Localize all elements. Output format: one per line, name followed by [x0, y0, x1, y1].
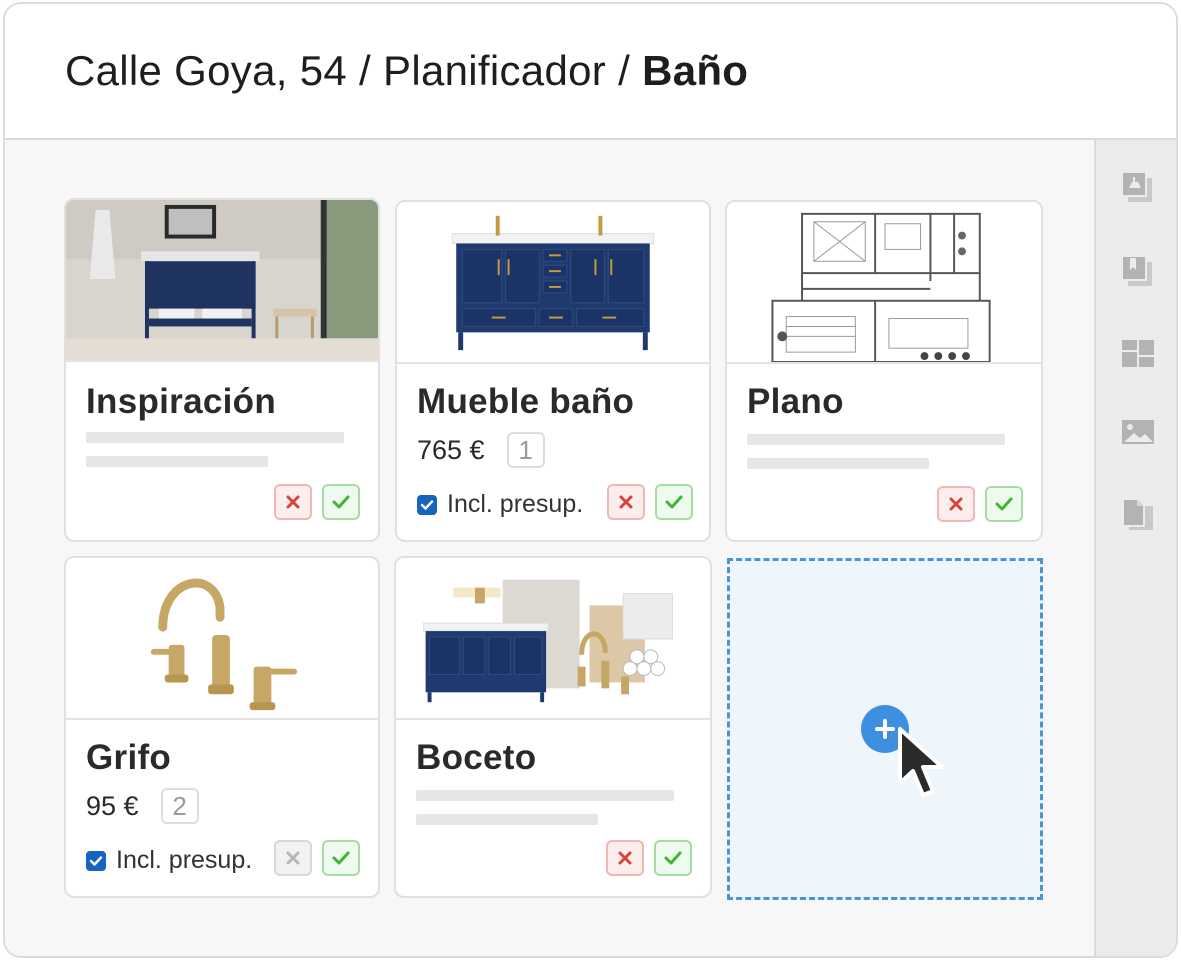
plus-icon — [875, 719, 895, 739]
reject-button[interactable] — [606, 840, 644, 876]
close-icon — [286, 851, 300, 865]
mouse-pointer-icon — [898, 727, 944, 797]
price-row: 765 € 1 — [417, 432, 545, 468]
card-boceto[interactable]: Boceto — [394, 556, 712, 898]
blue-vanity-cabinet — [397, 202, 709, 364]
price-value: 95 € — [86, 790, 139, 821]
accept-button[interactable] — [655, 484, 693, 520]
bookmark-icon[interactable] — [1118, 250, 1158, 290]
budget-toggle[interactable]: Incl. presup. — [417, 490, 583, 519]
card-title: Grifo — [86, 738, 172, 777]
reject-button[interactable] — [937, 486, 975, 522]
reject-button[interactable] — [607, 484, 645, 520]
card-title: Inspiración — [86, 382, 277, 421]
check-icon — [332, 495, 350, 509]
text-placeholder — [747, 434, 1005, 445]
breadcrumb-address[interactable]: Calle Goya, 54 — [65, 47, 347, 95]
budget-checkbox[interactable] — [417, 494, 437, 515]
budget-label: Incl. presup. — [447, 490, 584, 518]
text-placeholder — [86, 456, 268, 467]
text-placeholder — [416, 790, 674, 801]
card-grifo[interactable]: Grifo 95 € 2 Incl. presup. — [64, 556, 380, 898]
close-icon — [286, 495, 300, 509]
gold-faucet — [66, 558, 378, 720]
moodboard-sketch — [396, 558, 710, 720]
accept-button[interactable] — [322, 840, 360, 876]
image-icon[interactable] — [1118, 412, 1158, 452]
text-placeholder — [747, 458, 929, 469]
lamp-icon[interactable] — [1118, 166, 1158, 206]
bathroom-inspiration-photo — [66, 200, 378, 362]
check-icon — [664, 851, 682, 865]
close-icon — [949, 497, 963, 511]
floor-plan — [727, 202, 1041, 364]
sidebar-rail — [1094, 140, 1176, 956]
close-icon — [619, 495, 633, 509]
breadcrumb-separator: / — [618, 47, 631, 94]
card-title: Mueble baño — [417, 382, 635, 421]
breadcrumb-section[interactable]: Planificador — [383, 47, 606, 95]
breadcrumb-current: Baño — [642, 47, 749, 94]
budget-toggle[interactable]: Incl. presup. — [86, 846, 252, 875]
check-icon — [332, 851, 350, 865]
quantity-field[interactable]: 2 — [160, 788, 199, 824]
text-placeholder — [416, 814, 598, 825]
check-icon — [420, 499, 434, 510]
check-icon — [665, 495, 683, 509]
document-icon[interactable] — [1118, 494, 1158, 534]
card-mueble-bano[interactable]: Mueble baño 765 € 1 Incl. presup. — [395, 200, 711, 542]
price-row: 95 € 2 — [86, 788, 199, 824]
budget-label: Incl. presup. — [116, 846, 253, 874]
card-title: Boceto — [416, 738, 537, 777]
accept-button[interactable] — [322, 484, 360, 520]
reject-button[interactable] — [274, 840, 312, 876]
accept-button[interactable] — [654, 840, 692, 876]
breadcrumb: Calle Goya, 54 / Planificador / Baño — [5, 4, 1176, 140]
text-placeholder — [86, 432, 344, 443]
add-card-dropzone[interactable] — [727, 558, 1043, 900]
breadcrumb-separator: / — [359, 47, 372, 94]
budget-checkbox[interactable] — [86, 850, 106, 871]
planner-window: Calle Goya, 54 / Planificador / Baño Ins… — [3, 2, 1178, 958]
layout-icon[interactable] — [1118, 332, 1158, 372]
check-icon — [995, 497, 1013, 511]
close-icon — [618, 851, 632, 865]
card-title: Plano — [747, 382, 844, 421]
check-icon — [89, 855, 103, 866]
accept-button[interactable] — [985, 486, 1023, 522]
reject-button[interactable] — [274, 484, 312, 520]
quantity-field[interactable]: 1 — [506, 432, 545, 468]
card-inspiracion[interactable]: Inspiración — [64, 198, 380, 542]
card-plano[interactable]: Plano — [725, 200, 1043, 542]
price-value: 765 € — [417, 434, 485, 465]
